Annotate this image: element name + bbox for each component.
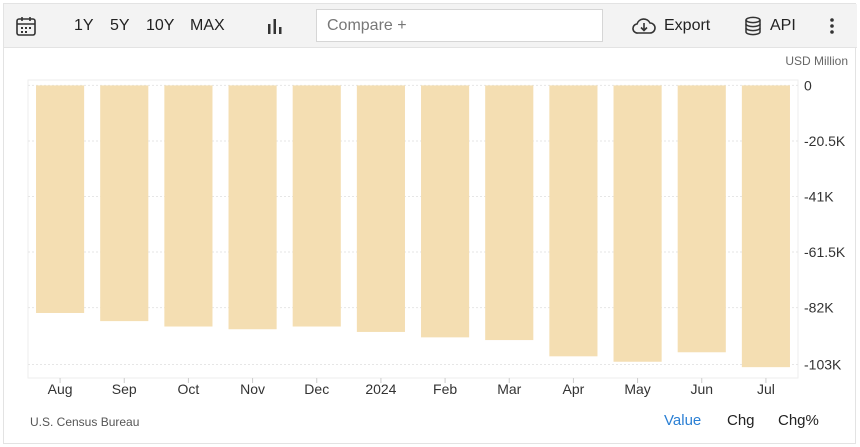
bar (549, 85, 598, 357)
y-tick-label: -61.5K (804, 244, 846, 260)
mode-chg-pct-tab[interactable]: Chg% (778, 412, 819, 429)
x-tick-label: Mar (497, 381, 521, 397)
y-tick-label: -20.5K (804, 133, 846, 149)
y-tick-label: -82K (804, 300, 834, 316)
x-tick-label: Nov (240, 381, 265, 397)
x-tick-label: Feb (433, 381, 457, 397)
x-tick-label: May (624, 381, 650, 397)
x-tick-label: Jun (690, 381, 713, 397)
x-tick-label: Sep (112, 381, 137, 397)
bar (677, 85, 726, 353)
y-tick-label: -41K (804, 188, 834, 204)
x-tick-label: 2024 (365, 381, 396, 397)
bar (228, 85, 277, 330)
bar (485, 85, 534, 341)
x-tick-label: Apr (563, 381, 585, 397)
bar (292, 85, 341, 327)
mode-value-tab[interactable]: Value (664, 412, 701, 429)
mode-chg-tab[interactable]: Chg (727, 412, 755, 429)
y-tick-label: 0 (804, 77, 812, 93)
bar (36, 85, 85, 313)
bar (613, 85, 662, 362)
bar (741, 85, 790, 368)
y-tick-label: -103K (804, 356, 842, 372)
x-tick-label: Aug (48, 381, 73, 397)
x-tick-label: Oct (178, 381, 200, 397)
source-label: U.S. Census Bureau (30, 415, 140, 429)
bar (421, 85, 470, 338)
x-tick-label: Dec (304, 381, 329, 397)
bar (100, 85, 149, 322)
bar (164, 85, 213, 327)
bar-chart: 0 -20.5K -41K -61.5K -82K -103K Aug Sep Oct Nov De… (27, 77, 846, 397)
bar (356, 85, 405, 332)
x-tick-label: Jul (757, 381, 775, 397)
